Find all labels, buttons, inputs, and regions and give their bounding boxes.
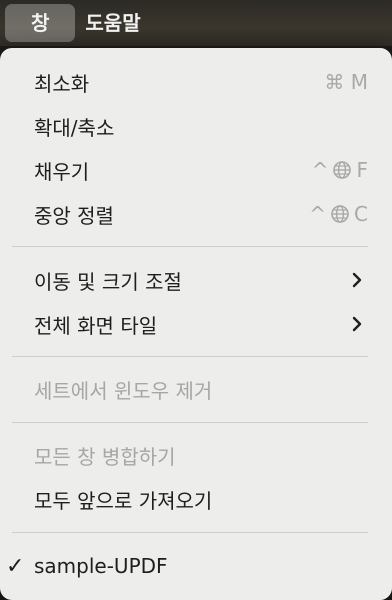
menu-item-fill[interactable]: 채우기 ^ F <box>0 150 392 190</box>
menu-item-label: 전체 화면 타일 <box>34 313 158 338</box>
menu-item-merge-all-windows: 모든 창 병합하기 <box>0 435 392 475</box>
menu-item-window-sample-updf[interactable]: ✓ sample-UPDF <box>0 546 392 586</box>
fill-shortcut-key: F <box>356 158 368 182</box>
menu-item-zoom[interactable]: 확대/축소 <box>0 106 392 146</box>
center-shortcut: ^ C <box>309 202 368 226</box>
control-key-icon: ^ <box>309 202 327 226</box>
globe-icon <box>331 205 349 223</box>
menu-item-bring-all-to-front[interactable]: 모두 앞으로 가져오기 <box>0 479 392 519</box>
control-key-icon: ^ <box>311 158 329 182</box>
chevron-right-icon <box>346 313 368 335</box>
checkmark-icon: ✓ <box>6 553 25 579</box>
menu-item-label: 중앙 정렬 <box>34 203 114 228</box>
menu-separator <box>12 356 368 357</box>
menu-item-label: 확대/축소 <box>34 115 115 140</box>
menu-item-label: 채우기 <box>34 159 90 184</box>
center-shortcut-key: C <box>354 202 368 226</box>
menu-bar: 창 도움말 <box>0 0 392 46</box>
menu-item-label: 최소화 <box>34 71 90 96</box>
menubar-window-menu[interactable]: 창 <box>5 4 76 42</box>
menu-separator <box>12 246 368 247</box>
window-menu-dropdown: 최소화 ⌘ M 확대/축소 채우기 ^ F 중앙 정렬 ^ C 이동 및 크기 … <box>0 48 392 600</box>
menu-item-label: 모든 창 병합하기 <box>34 444 176 469</box>
menu-item-center[interactable]: 중앙 정렬 ^ C <box>0 194 392 234</box>
menu-item-label: 세트에서 윈도우 제거 <box>34 378 213 403</box>
fill-shortcut: ^ F <box>312 158 368 182</box>
globe-icon <box>333 161 352 179</box>
menu-item-move-resize[interactable]: 이동 및 크기 조절 <box>0 260 392 300</box>
minimize-shortcut: ⌘ M <box>324 70 368 94</box>
menu-item-label: sample-UPDF <box>34 554 168 578</box>
menu-separator <box>12 532 368 533</box>
menu-item-fullscreen-tile[interactable]: 전체 화면 타일 <box>0 304 392 344</box>
chevron-right-icon <box>346 269 368 291</box>
menu-item-label: 이동 및 크기 조절 <box>34 269 182 294</box>
menu-item-label: 모두 앞으로 가져오기 <box>34 488 213 513</box>
menu-item-remove-from-set: 세트에서 윈도우 제거 <box>0 369 392 409</box>
menu-separator <box>12 422 368 423</box>
menubar-help-menu[interactable]: 도움말 <box>75 4 154 42</box>
menu-item-minimize[interactable]: 최소화 ⌘ M <box>0 62 392 102</box>
